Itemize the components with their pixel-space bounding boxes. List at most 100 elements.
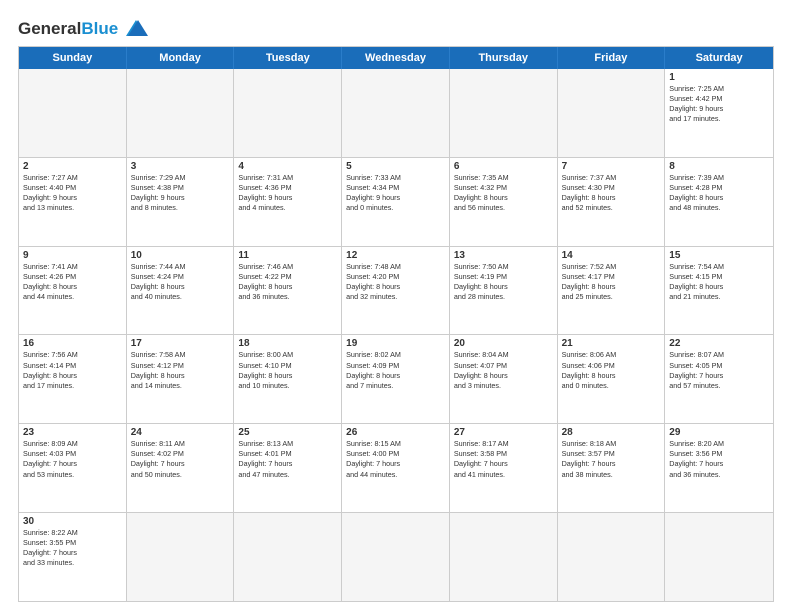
cell-day-number: 1	[669, 72, 769, 83]
cell-info-text: Sunrise: 8:02 AM Sunset: 4:09 PM Dayligh…	[346, 350, 445, 390]
logo-general: General	[18, 19, 81, 38]
cell-info-text: Sunrise: 7:46 AM Sunset: 4:22 PM Dayligh…	[238, 262, 337, 302]
header-monday: Monday	[127, 47, 235, 69]
header-friday: Friday	[558, 47, 666, 69]
cell-day-number: 28	[562, 427, 661, 438]
cell-day-number: 17	[131, 338, 230, 349]
logo-icon	[122, 18, 150, 38]
calendar-cell: 19Sunrise: 8:02 AM Sunset: 4:09 PM Dayli…	[342, 335, 450, 423]
calendar-cell	[342, 69, 450, 157]
calendar-cell: 25Sunrise: 8:13 AM Sunset: 4:01 PM Dayli…	[234, 424, 342, 512]
cell-info-text: Sunrise: 8:22 AM Sunset: 3:55 PM Dayligh…	[23, 528, 122, 568]
calendar-cell	[127, 513, 235, 601]
cell-info-text: Sunrise: 8:07 AM Sunset: 4:05 PM Dayligh…	[669, 350, 769, 390]
logo-blue-text: Blue	[81, 19, 118, 38]
calendar-cell: 24Sunrise: 8:11 AM Sunset: 4:02 PM Dayli…	[127, 424, 235, 512]
cell-info-text: Sunrise: 7:37 AM Sunset: 4:30 PM Dayligh…	[562, 173, 661, 213]
calendar-cell: 9Sunrise: 7:41 AM Sunset: 4:26 PM Daylig…	[19, 247, 127, 335]
calendar-cell: 2Sunrise: 7:27 AM Sunset: 4:40 PM Daylig…	[19, 158, 127, 246]
calendar-row-3: 16Sunrise: 7:56 AM Sunset: 4:14 PM Dayli…	[19, 335, 773, 424]
header-thursday: Thursday	[450, 47, 558, 69]
calendar-cell: 10Sunrise: 7:44 AM Sunset: 4:24 PM Dayli…	[127, 247, 235, 335]
calendar-cell: 28Sunrise: 8:18 AM Sunset: 3:57 PM Dayli…	[558, 424, 666, 512]
calendar-cell: 13Sunrise: 7:50 AM Sunset: 4:19 PM Dayli…	[450, 247, 558, 335]
cell-info-text: Sunrise: 8:17 AM Sunset: 3:58 PM Dayligh…	[454, 439, 553, 479]
cell-info-text: Sunrise: 8:04 AM Sunset: 4:07 PM Dayligh…	[454, 350, 553, 390]
cell-day-number: 21	[562, 338, 661, 349]
calendar-cell: 23Sunrise: 8:09 AM Sunset: 4:03 PM Dayli…	[19, 424, 127, 512]
cell-day-number: 11	[238, 250, 337, 261]
cell-day-number: 20	[454, 338, 553, 349]
calendar-cell: 12Sunrise: 7:48 AM Sunset: 4:20 PM Dayli…	[342, 247, 450, 335]
cell-info-text: Sunrise: 7:44 AM Sunset: 4:24 PM Dayligh…	[131, 262, 230, 302]
calendar-cell: 14Sunrise: 7:52 AM Sunset: 4:17 PM Dayli…	[558, 247, 666, 335]
calendar-cell: 7Sunrise: 7:37 AM Sunset: 4:30 PM Daylig…	[558, 158, 666, 246]
cell-info-text: Sunrise: 7:25 AM Sunset: 4:42 PM Dayligh…	[669, 84, 769, 124]
cell-info-text: Sunrise: 7:31 AM Sunset: 4:36 PM Dayligh…	[238, 173, 337, 213]
cell-day-number: 23	[23, 427, 122, 438]
calendar-cell	[234, 513, 342, 601]
calendar-cell: 16Sunrise: 7:56 AM Sunset: 4:14 PM Dayli…	[19, 335, 127, 423]
calendar-cell: 8Sunrise: 7:39 AM Sunset: 4:28 PM Daylig…	[665, 158, 773, 246]
calendar-cell	[19, 69, 127, 157]
calendar-cell: 18Sunrise: 8:00 AM Sunset: 4:10 PM Dayli…	[234, 335, 342, 423]
calendar-cell	[342, 513, 450, 601]
cell-day-number: 25	[238, 427, 337, 438]
calendar-cell	[127, 69, 235, 157]
cell-info-text: Sunrise: 7:41 AM Sunset: 4:26 PM Dayligh…	[23, 262, 122, 302]
header-tuesday: Tuesday	[234, 47, 342, 69]
cell-day-number: 7	[562, 161, 661, 172]
cell-day-number: 16	[23, 338, 122, 349]
cell-info-text: Sunrise: 8:13 AM Sunset: 4:01 PM Dayligh…	[238, 439, 337, 479]
calendar-row-2: 9Sunrise: 7:41 AM Sunset: 4:26 PM Daylig…	[19, 247, 773, 336]
cell-day-number: 26	[346, 427, 445, 438]
calendar-cell: 4Sunrise: 7:31 AM Sunset: 4:36 PM Daylig…	[234, 158, 342, 246]
cell-day-number: 24	[131, 427, 230, 438]
calendar-cell: 20Sunrise: 8:04 AM Sunset: 4:07 PM Dayli…	[450, 335, 558, 423]
calendar-cell	[450, 513, 558, 601]
cell-day-number: 29	[669, 427, 769, 438]
calendar-cell	[665, 513, 773, 601]
cell-info-text: Sunrise: 8:00 AM Sunset: 4:10 PM Dayligh…	[238, 350, 337, 390]
calendar-cell: 11Sunrise: 7:46 AM Sunset: 4:22 PM Dayli…	[234, 247, 342, 335]
cell-info-text: Sunrise: 7:50 AM Sunset: 4:19 PM Dayligh…	[454, 262, 553, 302]
calendar-cell: 22Sunrise: 8:07 AM Sunset: 4:05 PM Dayli…	[665, 335, 773, 423]
cell-info-text: Sunrise: 7:33 AM Sunset: 4:34 PM Dayligh…	[346, 173, 445, 213]
header-saturday: Saturday	[665, 47, 773, 69]
cell-day-number: 6	[454, 161, 553, 172]
cell-day-number: 9	[23, 250, 122, 261]
calendar-cell: 5Sunrise: 7:33 AM Sunset: 4:34 PM Daylig…	[342, 158, 450, 246]
cell-info-text: Sunrise: 8:09 AM Sunset: 4:03 PM Dayligh…	[23, 439, 122, 479]
cell-day-number: 18	[238, 338, 337, 349]
logo: GeneralBlue	[18, 18, 150, 38]
cell-day-number: 15	[669, 250, 769, 261]
cell-day-number: 5	[346, 161, 445, 172]
header-sunday: Sunday	[19, 47, 127, 69]
calendar-row-1: 2Sunrise: 7:27 AM Sunset: 4:40 PM Daylig…	[19, 158, 773, 247]
calendar-cell	[558, 513, 666, 601]
calendar-cell: 1Sunrise: 7:25 AM Sunset: 4:42 PM Daylig…	[665, 69, 773, 157]
cell-day-number: 4	[238, 161, 337, 172]
cell-info-text: Sunrise: 7:35 AM Sunset: 4:32 PM Dayligh…	[454, 173, 553, 213]
header: GeneralBlue	[18, 18, 774, 38]
cell-day-number: 8	[669, 161, 769, 172]
cell-day-number: 12	[346, 250, 445, 261]
calendar-cell: 3Sunrise: 7:29 AM Sunset: 4:38 PM Daylig…	[127, 158, 235, 246]
cell-info-text: Sunrise: 8:20 AM Sunset: 3:56 PM Dayligh…	[669, 439, 769, 479]
calendar-row-0: 1Sunrise: 7:25 AM Sunset: 4:42 PM Daylig…	[19, 69, 773, 158]
cell-info-text: Sunrise: 8:15 AM Sunset: 4:00 PM Dayligh…	[346, 439, 445, 479]
header-wednesday: Wednesday	[342, 47, 450, 69]
calendar-body: 1Sunrise: 7:25 AM Sunset: 4:42 PM Daylig…	[19, 69, 773, 601]
calendar-header: Sunday Monday Tuesday Wednesday Thursday…	[19, 47, 773, 69]
cell-day-number: 10	[131, 250, 230, 261]
cell-day-number: 13	[454, 250, 553, 261]
calendar-cell	[234, 69, 342, 157]
cell-day-number: 19	[346, 338, 445, 349]
cell-info-text: Sunrise: 7:52 AM Sunset: 4:17 PM Dayligh…	[562, 262, 661, 302]
cell-info-text: Sunrise: 8:06 AM Sunset: 4:06 PM Dayligh…	[562, 350, 661, 390]
calendar-row-4: 23Sunrise: 8:09 AM Sunset: 4:03 PM Dayli…	[19, 424, 773, 513]
calendar-cell: 6Sunrise: 7:35 AM Sunset: 4:32 PM Daylig…	[450, 158, 558, 246]
calendar-cell: 17Sunrise: 7:58 AM Sunset: 4:12 PM Dayli…	[127, 335, 235, 423]
cell-info-text: Sunrise: 8:11 AM Sunset: 4:02 PM Dayligh…	[131, 439, 230, 479]
calendar-cell	[450, 69, 558, 157]
